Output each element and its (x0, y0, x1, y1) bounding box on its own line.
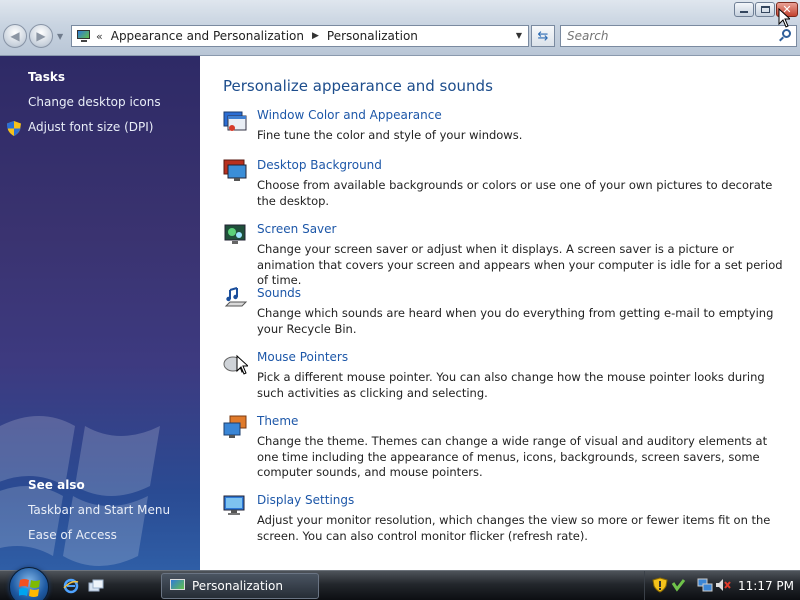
windows-flag-watermark-icon (0, 416, 160, 566)
forward-arrow-icon: ▶ (36, 29, 46, 43)
switch-windows-icon[interactable] (88, 578, 104, 594)
theme-link[interactable]: Theme (257, 414, 298, 428)
mouse-pointers-description: Pick a different mouse pointer. You can … (257, 370, 765, 400)
window-color-description: Fine tune the color and style of your wi… (257, 128, 523, 142)
search-input[interactable] (567, 29, 767, 43)
window-color-link[interactable]: Window Color and Appearance (257, 108, 442, 122)
security-shield-icon[interactable] (652, 577, 668, 593)
window-color-icon[interactable] (222, 108, 248, 134)
adjust-font-size-link[interactable]: Adjust font size (DPI) (28, 120, 153, 134)
window-chrome: ✕ ◀ ▶ ▼ « Appearance and Personalization… (0, 0, 800, 56)
display-settings-link[interactable]: Display Settings (257, 493, 354, 507)
tasks-heading: Tasks (28, 70, 66, 84)
display-settings-icon[interactable] (222, 493, 248, 519)
sounds-link[interactable]: Sounds (257, 286, 301, 300)
main-content: Personalize appearance and sounds Window… (200, 56, 800, 570)
page-title: Personalize appearance and sounds (223, 77, 493, 95)
mouse-pointers-link[interactable]: Mouse Pointers (257, 350, 348, 364)
refresh-button[interactable]: ⇆ (531, 25, 555, 47)
taskbar-button-label: Personalization (192, 579, 283, 593)
navigation-buttons: ◀ ▶ ▼ (3, 24, 63, 48)
change-desktop-icons-link[interactable]: Change desktop icons (28, 95, 161, 109)
control-panel-icon (76, 29, 92, 43)
sounds-description: Change which sounds are heard when you d… (257, 306, 774, 336)
control-panel-icon (170, 579, 186, 593)
breadcrumb-personalization[interactable]: Personalization (327, 29, 418, 43)
taskbar-start-menu-link[interactable]: Taskbar and Start Menu (28, 503, 170, 517)
breadcrumb-separator-icon[interactable]: ▶ (312, 31, 319, 41)
task-pane: Tasks Change desktop icons Adjust font s… (0, 56, 200, 570)
maximize-icon (760, 6, 770, 13)
screen-saver-link[interactable]: Screen Saver (257, 222, 336, 236)
notification-area: 11:17 PM (644, 571, 800, 600)
display-settings-description: Adjust your monitor resolution, which ch… (257, 513, 771, 543)
desktop-background-link[interactable]: Desktop Background (257, 158, 382, 172)
mouse-cursor-icon (778, 8, 790, 28)
search-icon[interactable] (778, 29, 792, 43)
refresh-icon: ⇆ (537, 28, 549, 44)
clock[interactable]: 11:17 PM (738, 579, 794, 593)
uac-shield-icon (7, 121, 21, 136)
forward-button[interactable]: ▶ (29, 24, 53, 48)
desktop-background-icon[interactable] (222, 158, 248, 184)
theme-description: Change the theme. Themes can change a wi… (257, 434, 768, 479)
see-also-heading: See also (28, 478, 85, 492)
minimize-icon (740, 11, 748, 13)
taskbar: Personalization 11:17 PM (0, 567, 800, 600)
back-arrow-icon: ◀ (10, 29, 20, 43)
start-button[interactable] (9, 567, 49, 600)
screen-saver-icon[interactable] (222, 222, 248, 248)
internet-explorer-icon[interactable] (63, 578, 79, 594)
search-box[interactable] (560, 25, 797, 47)
taskbar-button-personalization[interactable]: Personalization (161, 573, 319, 599)
back-button[interactable]: ◀ (3, 24, 27, 48)
desktop-background-description: Choose from available backgrounds or col… (257, 178, 773, 208)
windows-defender-icon[interactable] (670, 577, 686, 593)
theme-icon[interactable] (222, 414, 248, 440)
breadcrumb-appearance[interactable]: Appearance and Personalization (111, 29, 304, 43)
screen-saver-description: Change your screen saver or adjust when … (257, 242, 783, 287)
mouse-cursor-icon (236, 355, 248, 375)
windows-logo-icon (19, 579, 40, 597)
address-dropdown-icon[interactable]: ▼ (516, 31, 522, 40)
minimize-button[interactable] (734, 2, 754, 17)
breadcrumb-overflow-icon[interactable]: « (96, 30, 103, 43)
recent-pages-dropdown-icon[interactable]: ▼ (57, 32, 63, 41)
volume-muted-icon[interactable] (715, 577, 731, 593)
address-bar[interactable]: « Appearance and Personalization ▶ Perso… (71, 25, 529, 47)
network-icon[interactable] (697, 577, 713, 593)
maximize-button[interactable] (755, 2, 775, 17)
sounds-icon[interactable] (222, 286, 248, 312)
ease-of-access-link[interactable]: Ease of Access (28, 528, 117, 542)
